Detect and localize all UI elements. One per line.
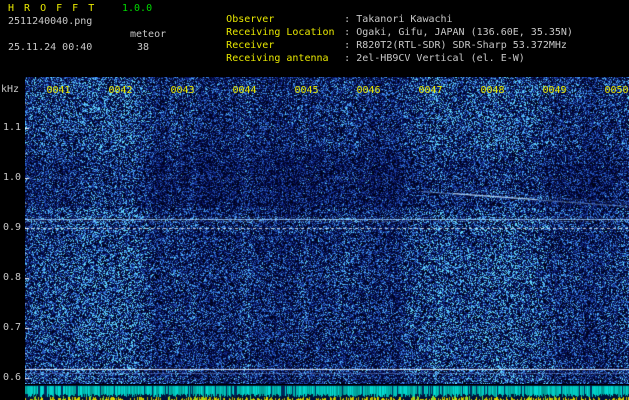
- info-label: Receiver: [226, 40, 275, 51]
- freq-tick-label: 0.8: [2, 272, 21, 283]
- info-label: Receiving antenna: [226, 53, 329, 64]
- info-value: : Ogaki, Gifu, JAPAN (136.60E, 35.35N): [344, 27, 573, 38]
- info-value: : Takanori Kawachi: [344, 14, 453, 25]
- hrofft-window: H R O F F T 1.0.0 2511240040.png meteor …: [0, 0, 629, 400]
- time-tick-label: 0041: [46, 85, 71, 96]
- info-value: : 2el-HB9CV Vertical (el. E-W): [344, 53, 525, 64]
- info-row-observer: Observer : Takanori Kawachi: [178, 3, 573, 25]
- time-tick-label: 0045: [294, 85, 319, 96]
- freq-tick-label: 0.6: [2, 372, 21, 383]
- time-tick-label: 0044: [232, 85, 257, 96]
- time-tick-label: 0049: [542, 85, 567, 96]
- app-title: H R O F F T: [8, 3, 97, 14]
- echo-count: 38: [137, 42, 150, 53]
- time-tick-label: 0047: [418, 85, 443, 96]
- freq-tick-label: 1.1: [2, 122, 21, 133]
- time-tick-label: 0042: [108, 85, 133, 96]
- freq-unit-label: kHz: [1, 84, 20, 95]
- freq-tick-label: 0.9: [2, 222, 21, 233]
- station-info: Observer : Takanori Kawachi Receiving Loc…: [178, 3, 573, 64]
- output-filename: 2511240040.png: [8, 16, 93, 27]
- time-tick-label: 0050: [604, 85, 629, 96]
- info-value: : R820T2(RTL-SDR) SDR-Sharp 53.372MHz: [344, 40, 567, 51]
- freq-tick-label: 0.7: [2, 322, 21, 333]
- time-tick-label: 0043: [170, 85, 195, 96]
- spectrogram-canvas: [25, 77, 629, 384]
- app-version: 1.0.0: [122, 3, 153, 14]
- spectrogram-plot: 0041 0042 0043 0044 0045 0046 0047 0048 …: [25, 77, 629, 384]
- info-label: Receiving Location: [226, 27, 335, 38]
- freq-tick-label: 1.0: [2, 172, 21, 183]
- info-label: Observer: [226, 14, 275, 25]
- time-tick-label: 0048: [480, 85, 505, 96]
- signal-level-strip: [25, 385, 629, 400]
- timestamp: 25.11.24 00:40: [8, 42, 93, 53]
- mode-label: meteor: [130, 29, 167, 40]
- time-tick-label: 0046: [356, 85, 381, 96]
